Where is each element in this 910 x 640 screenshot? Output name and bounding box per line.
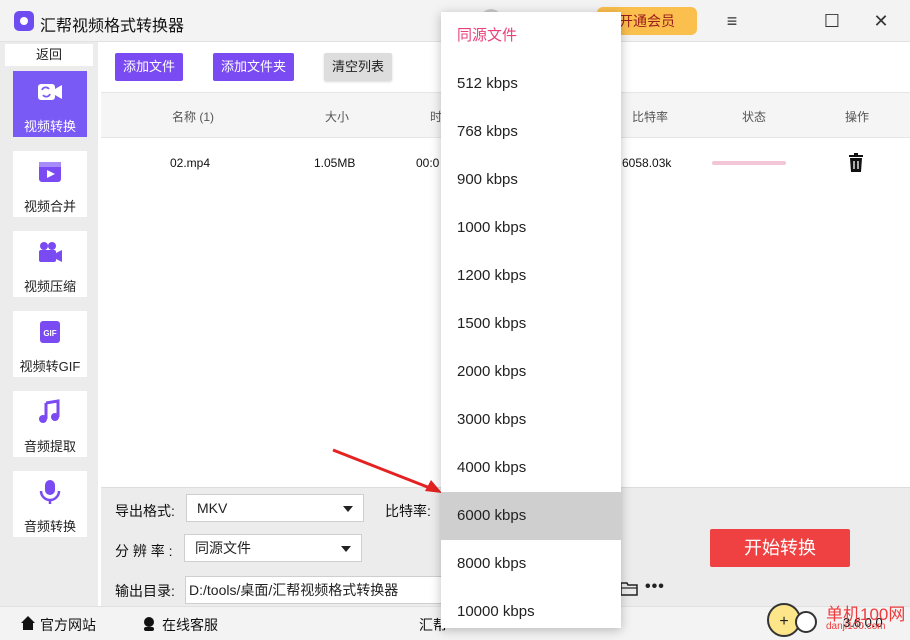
app-title: 汇帮视频格式转换器	[40, 18, 185, 35]
output-label: 输出目录:	[115, 583, 175, 599]
bitrate-option[interactable]: 8000 kbps	[441, 540, 621, 588]
column-header-status: 状态	[742, 110, 767, 124]
back-button[interactable]: 返回	[5, 44, 93, 66]
sidebar-item-audio-extract[interactable]: 音频提取	[13, 391, 87, 457]
chevron-down-icon	[343, 506, 353, 512]
watermark-site-url: danji100.com	[826, 621, 886, 632]
sidebar-item-label: 视频合并	[23, 199, 76, 214]
close-icon[interactable]: ✕	[870, 10, 892, 32]
bitrate-option[interactable]: 10000 kbps	[441, 588, 621, 628]
video-compress-icon	[39, 242, 62, 262]
sidebar-item-video-merge[interactable]: 视频合并	[13, 151, 87, 217]
bitrate-option-selected[interactable]: 6000 kbps	[441, 492, 621, 540]
column-header-size: 大小	[325, 110, 350, 124]
bitrate-option[interactable]: 同源文件	[441, 12, 621, 60]
support-link[interactable]: 在线客服	[162, 615, 218, 635]
resolution-select[interactable]: 同源文件	[184, 534, 362, 562]
video-convert-icon	[38, 84, 62, 100]
resolution-label: 分 辨 率 :	[115, 543, 173, 559]
bitrate-option[interactable]: 900 kbps	[441, 156, 621, 204]
format-value: MKV	[197, 500, 228, 516]
file-name: 02.mp4	[170, 156, 211, 170]
format-label: 导出格式:	[115, 503, 175, 519]
bitrate-option[interactable]: 768 kbps	[441, 108, 621, 156]
sidebar-item-label: 视频转换	[23, 119, 76, 134]
resolution-value: 同源文件	[195, 540, 251, 556]
column-header-bitrate: 比特率	[632, 110, 669, 124]
bitrate-dropdown: 同源文件 512 kbps 768 kbps 900 kbps 1000 kbp…	[441, 12, 621, 628]
bitrate-option[interactable]: 1000 kbps	[441, 204, 621, 252]
sidebar-item-label: 视频压缩	[23, 279, 76, 294]
sidebar-item-video-gif[interactable]: GIF 视频转GIF	[13, 311, 87, 377]
svg-text:+: +	[779, 613, 788, 630]
trash-icon[interactable]	[848, 153, 864, 173]
home-icon	[21, 616, 35, 630]
sidebar-item-video-convert[interactable]: 视频转换	[13, 71, 87, 137]
annotation-arrow-icon	[332, 448, 442, 493]
music-note-icon	[39, 399, 60, 423]
support-icon	[144, 617, 154, 631]
svg-text:GIF: GIF	[43, 329, 56, 338]
more-options-icon[interactable]: •••	[645, 578, 665, 596]
maximize-icon[interactable]: ☐	[821, 10, 843, 32]
gif-icon: GIF	[40, 321, 60, 343]
website-link[interactable]: 官方网站	[40, 615, 96, 635]
folder-icon[interactable]	[620, 579, 638, 597]
video-merge-icon	[39, 162, 61, 182]
add-file-button[interactable]: 添加文件	[115, 53, 184, 81]
status-progress-bar	[712, 161, 786, 165]
menu-icon[interactable]: ≡	[721, 10, 743, 32]
bitrate-label: 比特率:	[385, 503, 431, 519]
start-convert-button[interactable]: 开始转换	[710, 529, 850, 567]
file-bitrate: 6058.03k	[622, 156, 672, 170]
bitrate-option[interactable]: 2000 kbps	[441, 348, 621, 396]
add-folder-button[interactable]: 添加文件夹	[213, 53, 295, 81]
sidebar-item-label: 音频转换	[23, 519, 76, 534]
column-header-name: 名称 (1)	[172, 110, 215, 124]
sidebar-item-video-compress[interactable]: 视频压缩	[13, 231, 87, 297]
bitrate-option[interactable]: 1200 kbps	[441, 252, 621, 300]
sidebar-item-label: 视频转GIF	[19, 359, 81, 374]
sidebar-item-audio-convert[interactable]: 音频转换	[13, 471, 87, 537]
file-size: 1.05MB	[314, 156, 356, 170]
sidebar-item-label: 音频提取	[23, 439, 76, 454]
bitrate-option[interactable]: 1500 kbps	[441, 300, 621, 348]
app-logo-icon	[14, 11, 34, 31]
bitrate-option[interactable]: 4000 kbps	[441, 444, 621, 492]
bitrate-option[interactable]: 3000 kbps	[441, 396, 621, 444]
clear-list-button[interactable]: 清空列表	[324, 53, 393, 81]
microphone-icon	[39, 480, 61, 504]
bitrate-option[interactable]: 512 kbps	[441, 60, 621, 108]
chevron-down-icon	[341, 546, 351, 552]
format-select[interactable]: MKV	[186, 494, 364, 522]
file-duration: 00:0	[416, 156, 440, 170]
output-path-field[interactable]: D:/tools/桌面/汇帮视频格式转换器	[185, 576, 445, 604]
column-header-actions: 操作	[845, 110, 870, 124]
